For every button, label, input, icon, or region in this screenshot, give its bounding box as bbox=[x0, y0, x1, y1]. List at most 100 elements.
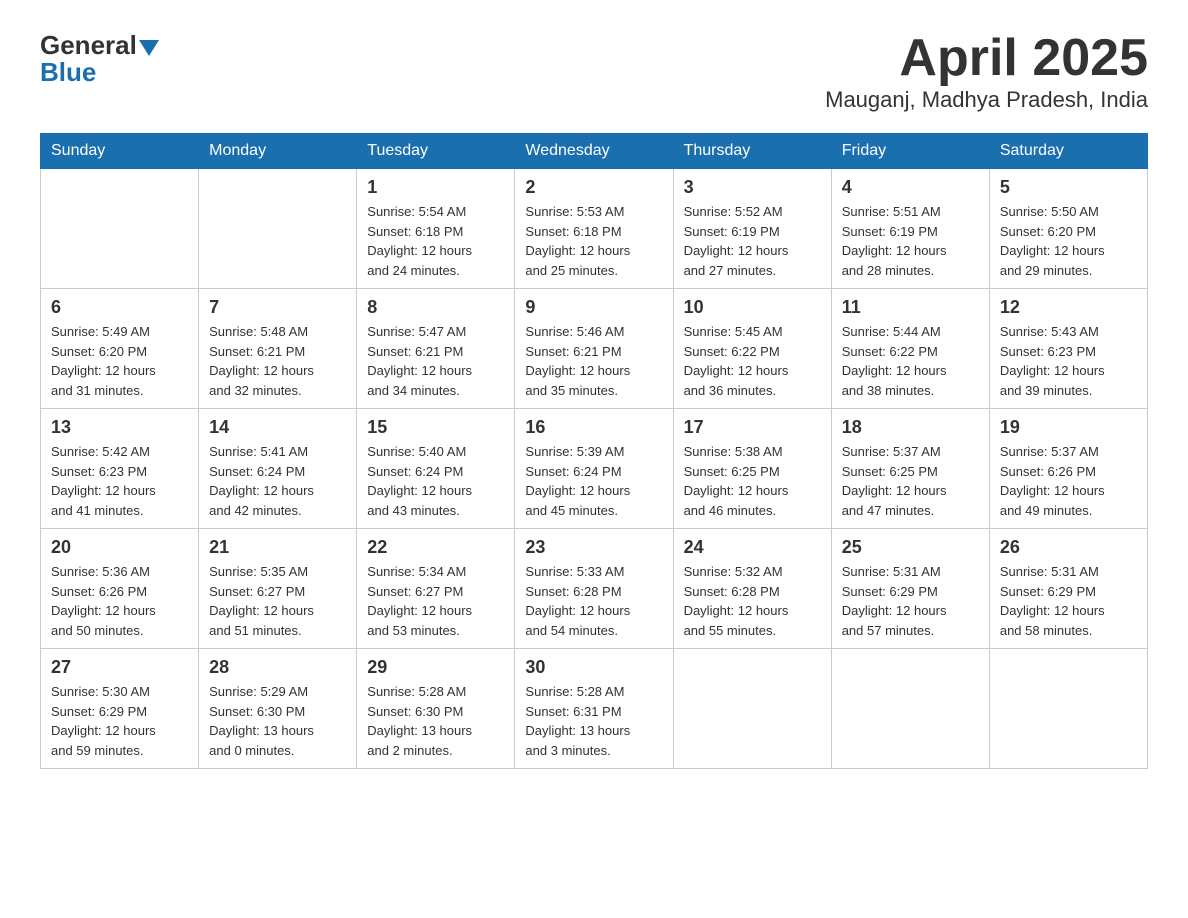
calendar-cell bbox=[673, 649, 831, 769]
day-info: Sunrise: 5:37 AMSunset: 6:26 PMDaylight:… bbox=[1000, 442, 1137, 520]
calendar-cell: 29 Sunrise: 5:28 AMSunset: 6:30 PMDayligh… bbox=[357, 649, 515, 769]
calendar-table: SundayMondayTuesdayWednesdayThursdayFrid… bbox=[40, 133, 1148, 769]
day-info: Sunrise: 5:37 AMSunset: 6:25 PMDaylight:… bbox=[842, 442, 979, 520]
calendar-cell: 2Sunrise: 5:53 AMSunset: 6:18 PMDaylight… bbox=[515, 169, 673, 289]
day-number: 3 bbox=[684, 177, 821, 198]
calendar-cell: 28 Sunrise: 5:29 AMSunset: 6:30 PMDayligh… bbox=[199, 649, 357, 769]
calendar-cell: 16 Sunrise: 5:39 AMSunset: 6:24 PMDayligh… bbox=[515, 409, 673, 529]
day-info: Sunrise: 5:46 AMSunset: 6:21 PMDaylight:… bbox=[525, 322, 662, 400]
day-number: 27 bbox=[51, 657, 188, 678]
calendar-cell: 6Sunrise: 5:49 AMSunset: 6:20 PMDaylight… bbox=[41, 289, 199, 409]
calendar-cell bbox=[199, 169, 357, 289]
calendar-cell: 8 Sunrise: 5:47 AMSunset: 6:21 PMDaylight… bbox=[357, 289, 515, 409]
calendar-cell: 3 Sunrise: 5:52 AMSunset: 6:19 PMDaylight… bbox=[673, 169, 831, 289]
calendar-header-row: SundayMondayTuesdayWednesdayThursdayFrid… bbox=[41, 134, 1148, 169]
logo-triangle-icon bbox=[139, 40, 159, 56]
calendar-cell: 30 Sunrise: 5:28 AMSunset: 6:31 PMDayligh… bbox=[515, 649, 673, 769]
logo: General Blue bbox=[40, 30, 159, 88]
day-info: Sunrise: 5:53 AMSunset: 6:18 PMDaylight:… bbox=[525, 202, 662, 280]
calendar-header-saturday: Saturday bbox=[989, 134, 1147, 169]
calendar-cell: 13 Sunrise: 5:42 AMSunset: 6:23 PMDayligh… bbox=[41, 409, 199, 529]
day-info: Sunrise: 5:47 AMSunset: 6:21 PMDaylight:… bbox=[367, 322, 504, 400]
calendar-cell bbox=[41, 169, 199, 289]
day-info: Sunrise: 5:28 AMSunset: 6:31 PMDaylight:… bbox=[525, 682, 662, 760]
calendar-cell: 11 Sunrise: 5:44 AMSunset: 6:22 PMDayligh… bbox=[831, 289, 989, 409]
calendar-cell: 23 Sunrise: 5:33 AMSunset: 6:28 PMDayligh… bbox=[515, 529, 673, 649]
day-number: 8 bbox=[367, 297, 504, 318]
day-number: 12 bbox=[1000, 297, 1137, 318]
day-number: 21 bbox=[209, 537, 346, 558]
calendar-header-thursday: Thursday bbox=[673, 134, 831, 169]
day-number: 16 bbox=[525, 417, 662, 438]
calendar-header-wednesday: Wednesday bbox=[515, 134, 673, 169]
day-info: Sunrise: 5:28 AMSunset: 6:30 PMDaylight:… bbox=[367, 682, 504, 760]
calendar-cell bbox=[989, 649, 1147, 769]
day-number: 20 bbox=[51, 537, 188, 558]
day-info: Sunrise: 5:31 AMSunset: 6:29 PMDaylight:… bbox=[842, 562, 979, 640]
calendar-cell: 26 Sunrise: 5:31 AMSunset: 6:29 PMDayligh… bbox=[989, 529, 1147, 649]
day-info: Sunrise: 5:33 AMSunset: 6:28 PMDaylight:… bbox=[525, 562, 662, 640]
day-number: 28 bbox=[209, 657, 346, 678]
day-info: Sunrise: 5:31 AMSunset: 6:29 PMDaylight:… bbox=[1000, 562, 1137, 640]
day-number: 11 bbox=[842, 297, 979, 318]
day-info: Sunrise: 5:42 AMSunset: 6:23 PMDaylight:… bbox=[51, 442, 188, 520]
calendar-cell: 20 Sunrise: 5:36 AMSunset: 6:26 PMDayligh… bbox=[41, 529, 199, 649]
calendar-cell: 14Sunrise: 5:41 AMSunset: 6:24 PMDayligh… bbox=[199, 409, 357, 529]
day-number: 7 bbox=[209, 297, 346, 318]
day-info: Sunrise: 5:49 AMSunset: 6:20 PMDaylight:… bbox=[51, 322, 188, 400]
day-info: Sunrise: 5:38 AMSunset: 6:25 PMDaylight:… bbox=[684, 442, 821, 520]
calendar-cell: 22Sunrise: 5:34 AMSunset: 6:27 PMDayligh… bbox=[357, 529, 515, 649]
day-number: 15 bbox=[367, 417, 504, 438]
day-number: 10 bbox=[684, 297, 821, 318]
calendar-week-row: 1Sunrise: 5:54 AMSunset: 6:18 PMDaylight… bbox=[41, 169, 1148, 289]
day-info: Sunrise: 5:41 AMSunset: 6:24 PMDaylight:… bbox=[209, 442, 346, 520]
calendar-header-friday: Friday bbox=[831, 134, 989, 169]
calendar-cell: 17 Sunrise: 5:38 AMSunset: 6:25 PMDayligh… bbox=[673, 409, 831, 529]
calendar-cell bbox=[831, 649, 989, 769]
day-info: Sunrise: 5:39 AMSunset: 6:24 PMDaylight:… bbox=[525, 442, 662, 520]
day-number: 24 bbox=[684, 537, 821, 558]
day-number: 17 bbox=[684, 417, 821, 438]
day-info: Sunrise: 5:40 AMSunset: 6:24 PMDaylight:… bbox=[367, 442, 504, 520]
calendar-cell: 25 Sunrise: 5:31 AMSunset: 6:29 PMDayligh… bbox=[831, 529, 989, 649]
calendar-cell: 15 Sunrise: 5:40 AMSunset: 6:24 PMDayligh… bbox=[357, 409, 515, 529]
day-info: Sunrise: 5:29 AMSunset: 6:30 PMDaylight:… bbox=[209, 682, 346, 760]
day-number: 26 bbox=[1000, 537, 1137, 558]
calendar-cell: 27 Sunrise: 5:30 AMSunset: 6:29 PMDayligh… bbox=[41, 649, 199, 769]
logo-blue-text: Blue bbox=[40, 57, 96, 88]
calendar-cell: 9 Sunrise: 5:46 AMSunset: 6:21 PMDaylight… bbox=[515, 289, 673, 409]
day-number: 23 bbox=[525, 537, 662, 558]
calendar-cell: 24 Sunrise: 5:32 AMSunset: 6:28 PMDayligh… bbox=[673, 529, 831, 649]
calendar-week-row: 6Sunrise: 5:49 AMSunset: 6:20 PMDaylight… bbox=[41, 289, 1148, 409]
day-info: Sunrise: 5:50 AMSunset: 6:20 PMDaylight:… bbox=[1000, 202, 1137, 280]
calendar-cell: 5 Sunrise: 5:50 AMSunset: 6:20 PMDaylight… bbox=[989, 169, 1147, 289]
day-info: Sunrise: 5:54 AMSunset: 6:18 PMDaylight:… bbox=[367, 202, 504, 280]
calendar-header-sunday: Sunday bbox=[41, 134, 199, 169]
title-area: April 2025 Mauganj, Madhya Pradesh, Indi… bbox=[825, 30, 1148, 113]
calendar-cell: 21 Sunrise: 5:35 AMSunset: 6:27 PMDayligh… bbox=[199, 529, 357, 649]
day-info: Sunrise: 5:30 AMSunset: 6:29 PMDaylight:… bbox=[51, 682, 188, 760]
day-info: Sunrise: 5:48 AMSunset: 6:21 PMDaylight:… bbox=[209, 322, 346, 400]
day-info: Sunrise: 5:36 AMSunset: 6:26 PMDaylight:… bbox=[51, 562, 188, 640]
calendar-header-monday: Monday bbox=[199, 134, 357, 169]
day-info: Sunrise: 5:32 AMSunset: 6:28 PMDaylight:… bbox=[684, 562, 821, 640]
month-title: April 2025 bbox=[825, 30, 1148, 87]
day-number: 29 bbox=[367, 657, 504, 678]
day-number: 30 bbox=[525, 657, 662, 678]
day-number: 13 bbox=[51, 417, 188, 438]
day-info: Sunrise: 5:44 AMSunset: 6:22 PMDaylight:… bbox=[842, 322, 979, 400]
day-info: Sunrise: 5:52 AMSunset: 6:19 PMDaylight:… bbox=[684, 202, 821, 280]
day-info: Sunrise: 5:34 AMSunset: 6:27 PMDaylight:… bbox=[367, 562, 504, 640]
calendar-cell: 10 Sunrise: 5:45 AMSunset: 6:22 PMDayligh… bbox=[673, 289, 831, 409]
day-info: Sunrise: 5:35 AMSunset: 6:27 PMDaylight:… bbox=[209, 562, 346, 640]
day-number: 18 bbox=[842, 417, 979, 438]
day-info: Sunrise: 5:43 AMSunset: 6:23 PMDaylight:… bbox=[1000, 322, 1137, 400]
day-number: 9 bbox=[525, 297, 662, 318]
day-number: 5 bbox=[1000, 177, 1137, 198]
day-number: 25 bbox=[842, 537, 979, 558]
day-info: Sunrise: 5:45 AMSunset: 6:22 PMDaylight:… bbox=[684, 322, 821, 400]
calendar-cell: 18 Sunrise: 5:37 AMSunset: 6:25 PMDayligh… bbox=[831, 409, 989, 529]
page-header: General Blue April 2025 Mauganj, Madhya … bbox=[40, 30, 1148, 113]
calendar-cell: 7 Sunrise: 5:48 AMSunset: 6:21 PMDaylight… bbox=[199, 289, 357, 409]
calendar-week-row: 20 Sunrise: 5:36 AMSunset: 6:26 PMDayligh… bbox=[41, 529, 1148, 649]
